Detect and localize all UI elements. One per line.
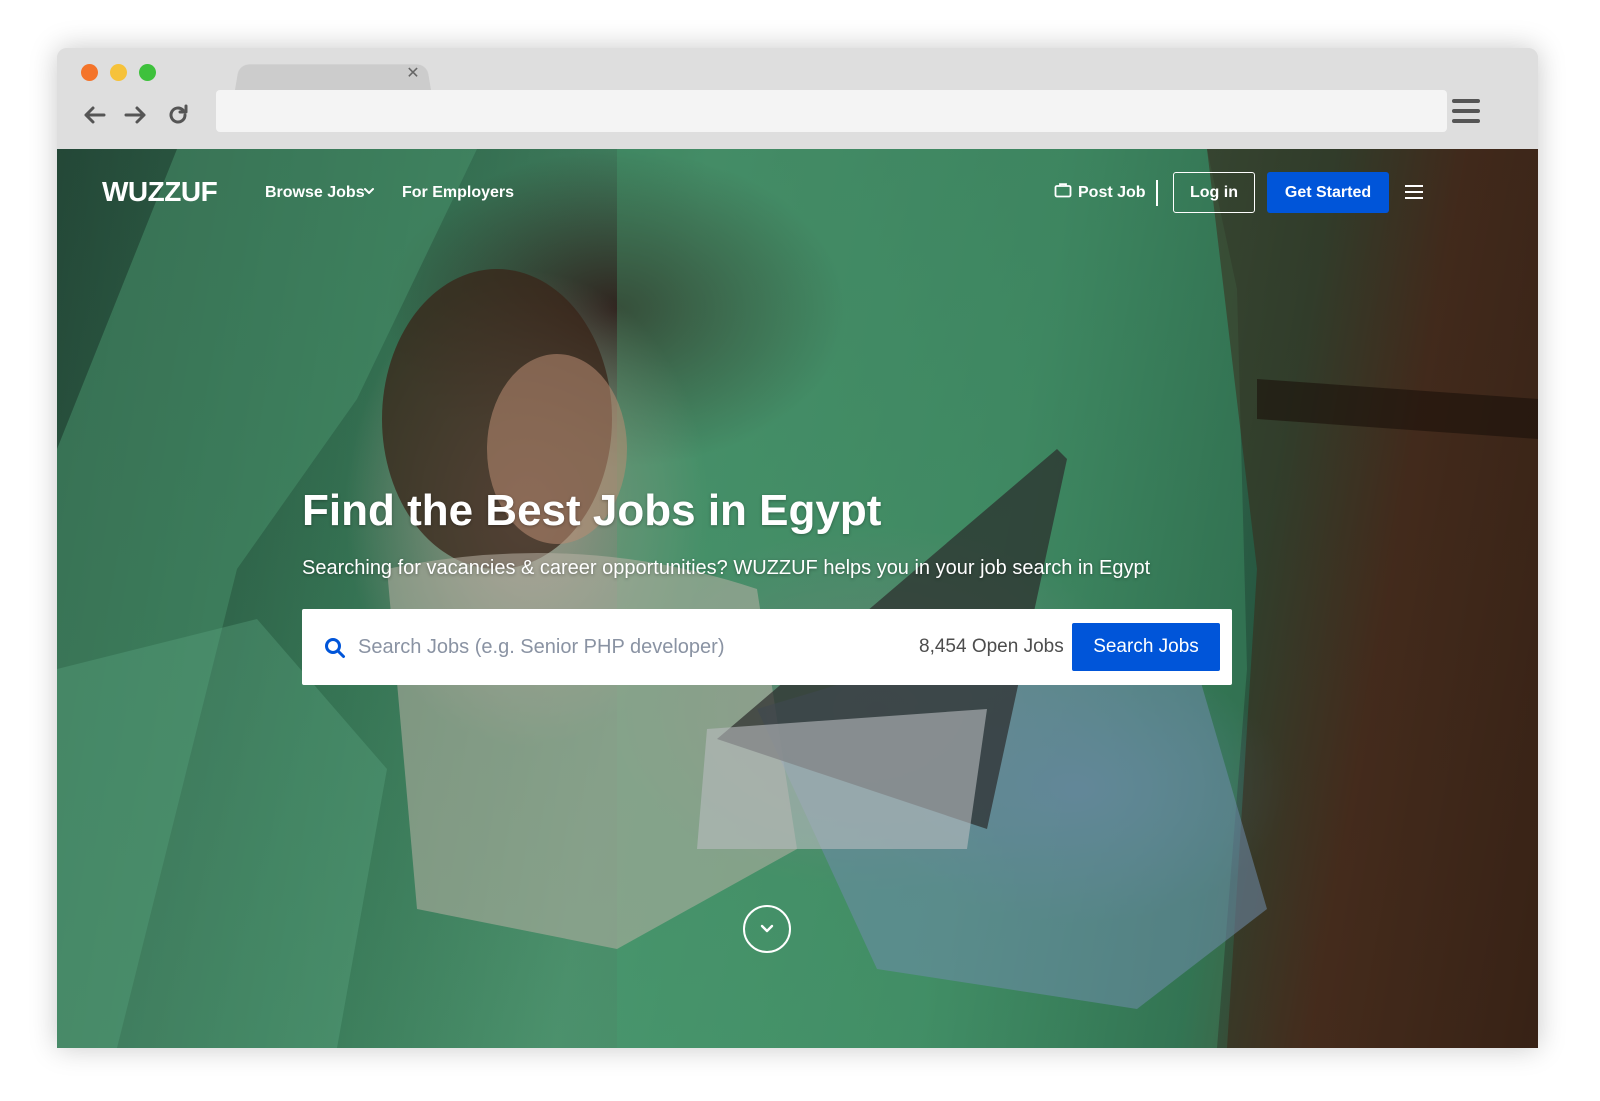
nav-divider xyxy=(1156,180,1158,206)
wuzzuf-logo[interactable]: WUZZUF xyxy=(102,176,218,208)
chevron-down-icon[interactable] xyxy=(362,182,376,200)
site-header: WUZZUF Browse Jobs For Employers Post Jo… xyxy=(57,149,1538,241)
hamburger-icon[interactable] xyxy=(1451,96,1481,126)
open-jobs-count: 8,454 Open Jobs xyxy=(919,636,1064,657)
arrow-left-icon[interactable] xyxy=(77,98,111,132)
close-icon[interactable]: ✕ xyxy=(403,64,423,84)
window-controls xyxy=(81,64,156,81)
get-started-button[interactable]: Get Started xyxy=(1267,172,1389,213)
login-button[interactable]: Log in xyxy=(1173,172,1255,213)
browser-nav-buttons xyxy=(77,98,195,132)
post-job-link[interactable]: Post Job xyxy=(1054,182,1146,203)
address-bar[interactable] xyxy=(216,90,1447,132)
menu-icon[interactable] xyxy=(1405,185,1423,199)
for-employers-link[interactable]: For Employers xyxy=(402,184,514,202)
post-job-label: Post Job xyxy=(1078,183,1146,201)
search-icon xyxy=(324,637,346,659)
hero-background-image xyxy=(57,149,1538,1048)
search-input[interactable] xyxy=(358,627,898,667)
browser-tab[interactable] xyxy=(234,64,432,93)
hero-title: Find the Best Jobs in Egypt xyxy=(302,486,882,535)
arrow-right-icon[interactable] xyxy=(119,98,153,132)
job-search-bar: 8,454 Open Jobs Search Jobs xyxy=(302,609,1232,685)
maximize-window-button[interactable] xyxy=(139,64,156,81)
briefcase-icon xyxy=(1054,182,1072,203)
page-viewport: WUZZUF Browse Jobs For Employers Post Jo… xyxy=(57,149,1538,1048)
reload-icon[interactable] xyxy=(161,98,195,132)
minimize-window-button[interactable] xyxy=(110,64,127,81)
close-window-button[interactable] xyxy=(81,64,98,81)
browser-window: ✕ WUZZUF Browse Jobs For Employers Post … xyxy=(57,48,1538,1048)
browser-titlebar: ✕ xyxy=(57,48,1538,149)
chevron-down-circle-icon[interactable] xyxy=(743,905,791,953)
search-jobs-button[interactable]: Search Jobs xyxy=(1072,623,1220,671)
hero-subtitle: Searching for vacancies & career opportu… xyxy=(302,557,1151,579)
browse-jobs-link[interactable]: Browse Jobs xyxy=(265,184,365,202)
